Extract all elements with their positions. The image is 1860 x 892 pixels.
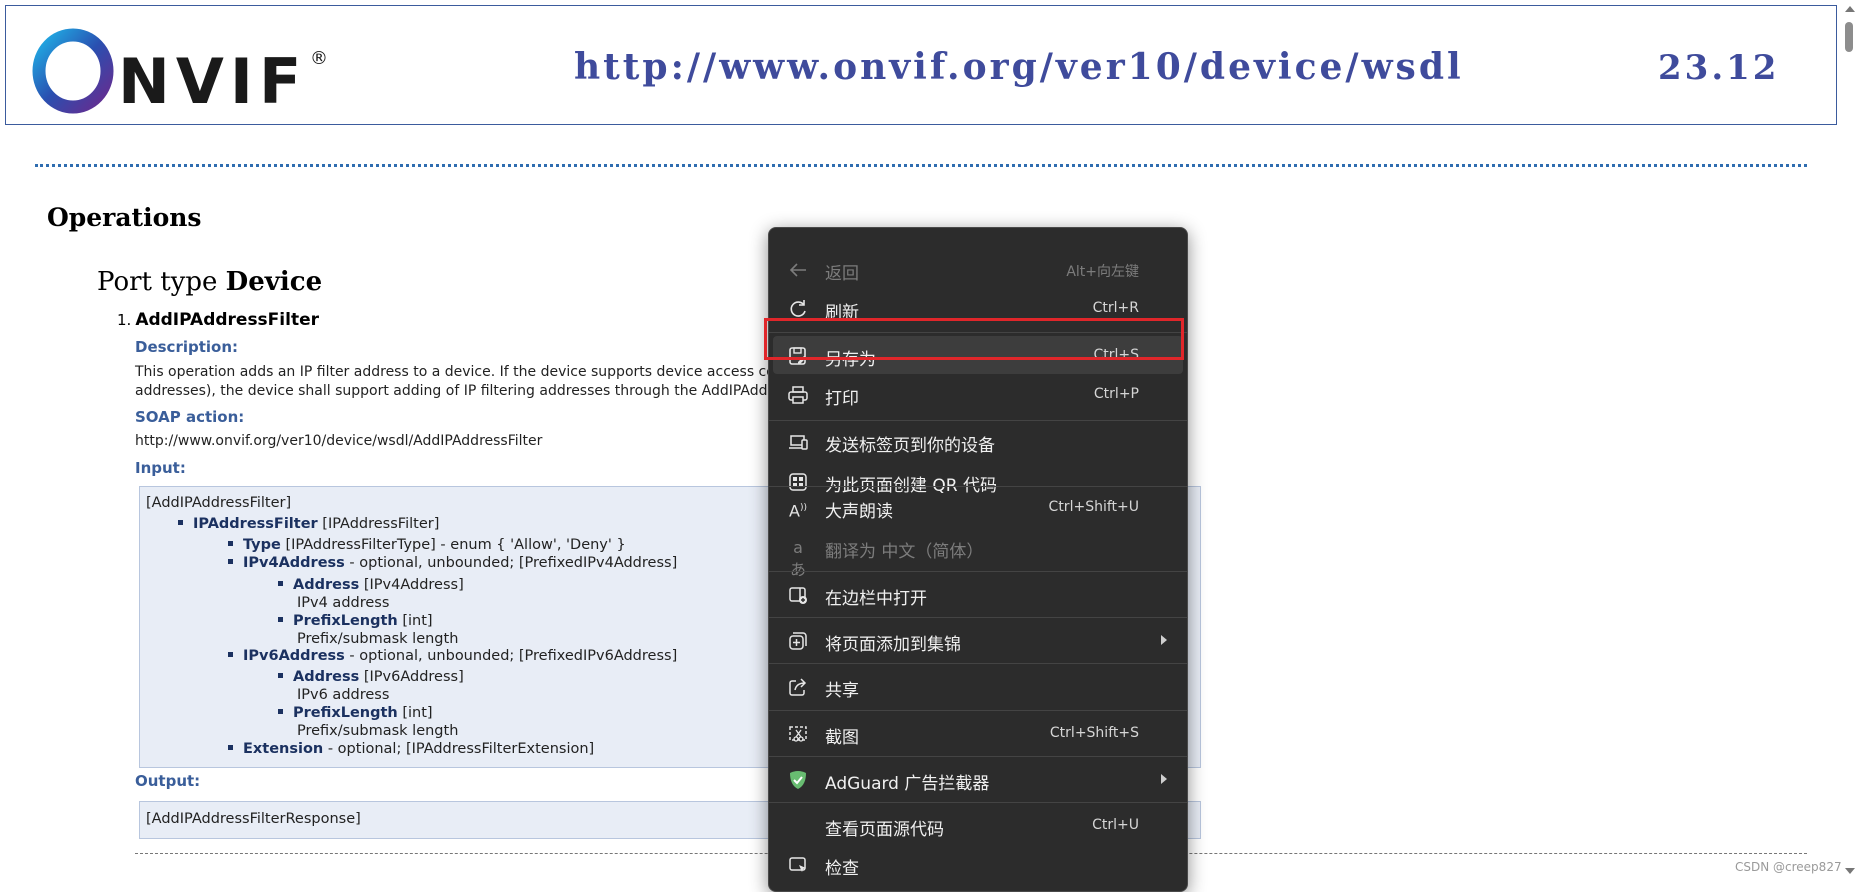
description-line-1: This operation adds an IP filter address… bbox=[135, 364, 804, 380]
print-icon bbox=[787, 384, 809, 406]
scroll-down-arrow-icon[interactable] bbox=[1845, 868, 1855, 874]
input-label: Input: bbox=[135, 459, 186, 477]
operation-name: AddIPAddressFilter bbox=[135, 310, 319, 330]
onvif-logo: NVIF ® bbox=[28, 26, 328, 118]
tree-item: Extension - optional; [IPAddressFilterEx… bbox=[228, 741, 594, 757]
menu-item-send-to-device[interactable]: 发送标签页到你的设备 bbox=[773, 422, 1183, 460]
tree-item: Type [IPAddressFilterType] - enum { 'All… bbox=[228, 537, 626, 553]
menu-item-label: 翻译为 中文（简体） bbox=[825, 542, 984, 562]
tree-item-description: IPv6 address bbox=[297, 687, 390, 703]
menu-item-view-source[interactable]: 查看页面源代码 Ctrl+U bbox=[773, 806, 1183, 844]
submenu-chevron-right-icon bbox=[1161, 774, 1167, 784]
csdn-watermark: CSDN @creep827 bbox=[1735, 860, 1842, 874]
menu-item-label: 返回 bbox=[825, 264, 859, 284]
menu-item-open-in-sidebar[interactable]: 在边栏中打开 bbox=[773, 575, 1183, 613]
input-root: [AddIPAddressFilter] bbox=[146, 495, 292, 511]
tree-item: PrefixLength [int] bbox=[278, 705, 433, 721]
read-aloud-icon: A)) bbox=[789, 501, 807, 521]
menu-item-add-to-collections[interactable]: 将页面添加到集锦 bbox=[773, 621, 1183, 659]
tree-item-description: Prefix/submask length bbox=[297, 631, 459, 647]
menu-item-shortcut: Ctrl+R bbox=[1092, 300, 1139, 316]
svg-text:®: ® bbox=[310, 48, 328, 69]
menu-item-share[interactable]: 共享 bbox=[773, 667, 1183, 705]
svg-text:NVIF: NVIF bbox=[118, 45, 307, 116]
menu-item-read-aloud[interactable]: A)) 大声朗读 Ctrl+Shift+U bbox=[773, 488, 1183, 526]
port-type-name: Device bbox=[225, 267, 323, 297]
port-type-prefix: Port type bbox=[97, 267, 218, 297]
operation-title: 1. AddIPAddressFilter bbox=[117, 310, 319, 330]
version-number: 23.12 bbox=[1658, 48, 1780, 88]
tree-item: IPv6Address - optional, unbounded; [Pref… bbox=[228, 648, 677, 664]
refresh-icon bbox=[787, 298, 809, 320]
menu-item-inspect[interactable]: 检查 bbox=[773, 845, 1183, 883]
menu-item-label: 在边栏中打开 bbox=[825, 589, 927, 609]
back-arrow-icon bbox=[787, 259, 809, 281]
menu-item-print[interactable]: 打印 Ctrl+P bbox=[773, 375, 1183, 413]
menu-item-label: 发送标签页到你的设备 bbox=[825, 436, 995, 456]
description-line-2: addresses), the device shall support add… bbox=[135, 383, 805, 399]
menu-item-adguard[interactable]: AdGuard 广告拦截器 bbox=[773, 760, 1183, 798]
operation-number: 1. bbox=[117, 311, 132, 329]
menu-item-label: AdGuard 广告拦截器 bbox=[825, 774, 990, 794]
adguard-shield-icon bbox=[787, 769, 809, 791]
menu-item-shortcut: Ctrl+Shift+U bbox=[1048, 499, 1139, 515]
operations-heading: Operations bbox=[47, 203, 202, 232]
menu-item-label: 截图 bbox=[825, 728, 859, 748]
inspect-icon bbox=[787, 854, 809, 876]
menu-item-shortcut: Ctrl+Shift+S bbox=[1049, 725, 1139, 741]
tree-item-description: IPv4 address bbox=[297, 595, 390, 611]
menu-item-label: 大声朗读 bbox=[825, 502, 893, 522]
tree-item: Address [IPv6Address] bbox=[278, 669, 464, 685]
tree-item-description: Prefix/submask length bbox=[297, 723, 459, 739]
sidebar-icon bbox=[787, 584, 809, 606]
share-icon bbox=[787, 676, 809, 698]
scroll-up-arrow-icon[interactable] bbox=[1845, 6, 1855, 12]
output-root: [AddIPAddressFilterResponse] bbox=[146, 811, 361, 827]
collections-icon bbox=[787, 630, 809, 652]
send-to-device-icon bbox=[787, 431, 809, 453]
menu-item-translate: aあ 翻译为 中文（简体） bbox=[773, 528, 1183, 579]
menu-item-shortcut: Alt+向左键 bbox=[1066, 264, 1139, 280]
tree-item: IPAddressFilter [IPAddressFilter] bbox=[178, 516, 439, 532]
dotted-divider bbox=[35, 164, 1807, 167]
menu-item-back: 返回 Alt+向左键 bbox=[773, 250, 1183, 288]
tree-item: Address [IPv4Address] bbox=[278, 577, 464, 593]
tree-item: IPv4Address - optional, unbounded; [Pref… bbox=[228, 555, 677, 571]
submenu-chevron-right-icon bbox=[1161, 635, 1167, 645]
vertical-scrollbar[interactable] bbox=[1838, 0, 1860, 885]
document-header: NVIF ® http://www.onvif.org/ver10/device… bbox=[5, 5, 1837, 125]
menu-item-shortcut: Ctrl+P bbox=[1093, 386, 1139, 402]
screenshot-icon bbox=[787, 723, 809, 745]
menu-item-label: 共享 bbox=[825, 681, 859, 701]
soap-action-label: SOAP action: bbox=[135, 408, 245, 426]
translate-icon: aあ bbox=[789, 538, 806, 579]
menu-item-shortcut: Ctrl+U bbox=[1092, 817, 1139, 833]
namespace-url: http://www.onvif.org/ver10/device/wsdl bbox=[574, 46, 1464, 88]
menu-item-label: 将页面添加到集锦 bbox=[825, 635, 961, 655]
menu-item-label: 检查 bbox=[825, 859, 859, 879]
tree-item: PrefixLength [int] bbox=[278, 613, 433, 629]
menu-item-label: 打印 bbox=[825, 389, 859, 409]
port-type-heading: Port type Device bbox=[97, 267, 322, 297]
output-label: Output: bbox=[135, 772, 201, 790]
soap-action-value: http://www.onvif.org/ver10/device/wsdl/A… bbox=[135, 433, 543, 449]
scrollbar-thumb[interactable] bbox=[1845, 22, 1853, 52]
save-as-highlight-box bbox=[764, 318, 1184, 360]
menu-item-screenshot[interactable]: 截图 Ctrl+Shift+S bbox=[773, 714, 1183, 752]
description-label: Description: bbox=[135, 338, 239, 356]
menu-item-label: 查看页面源代码 bbox=[825, 820, 944, 840]
